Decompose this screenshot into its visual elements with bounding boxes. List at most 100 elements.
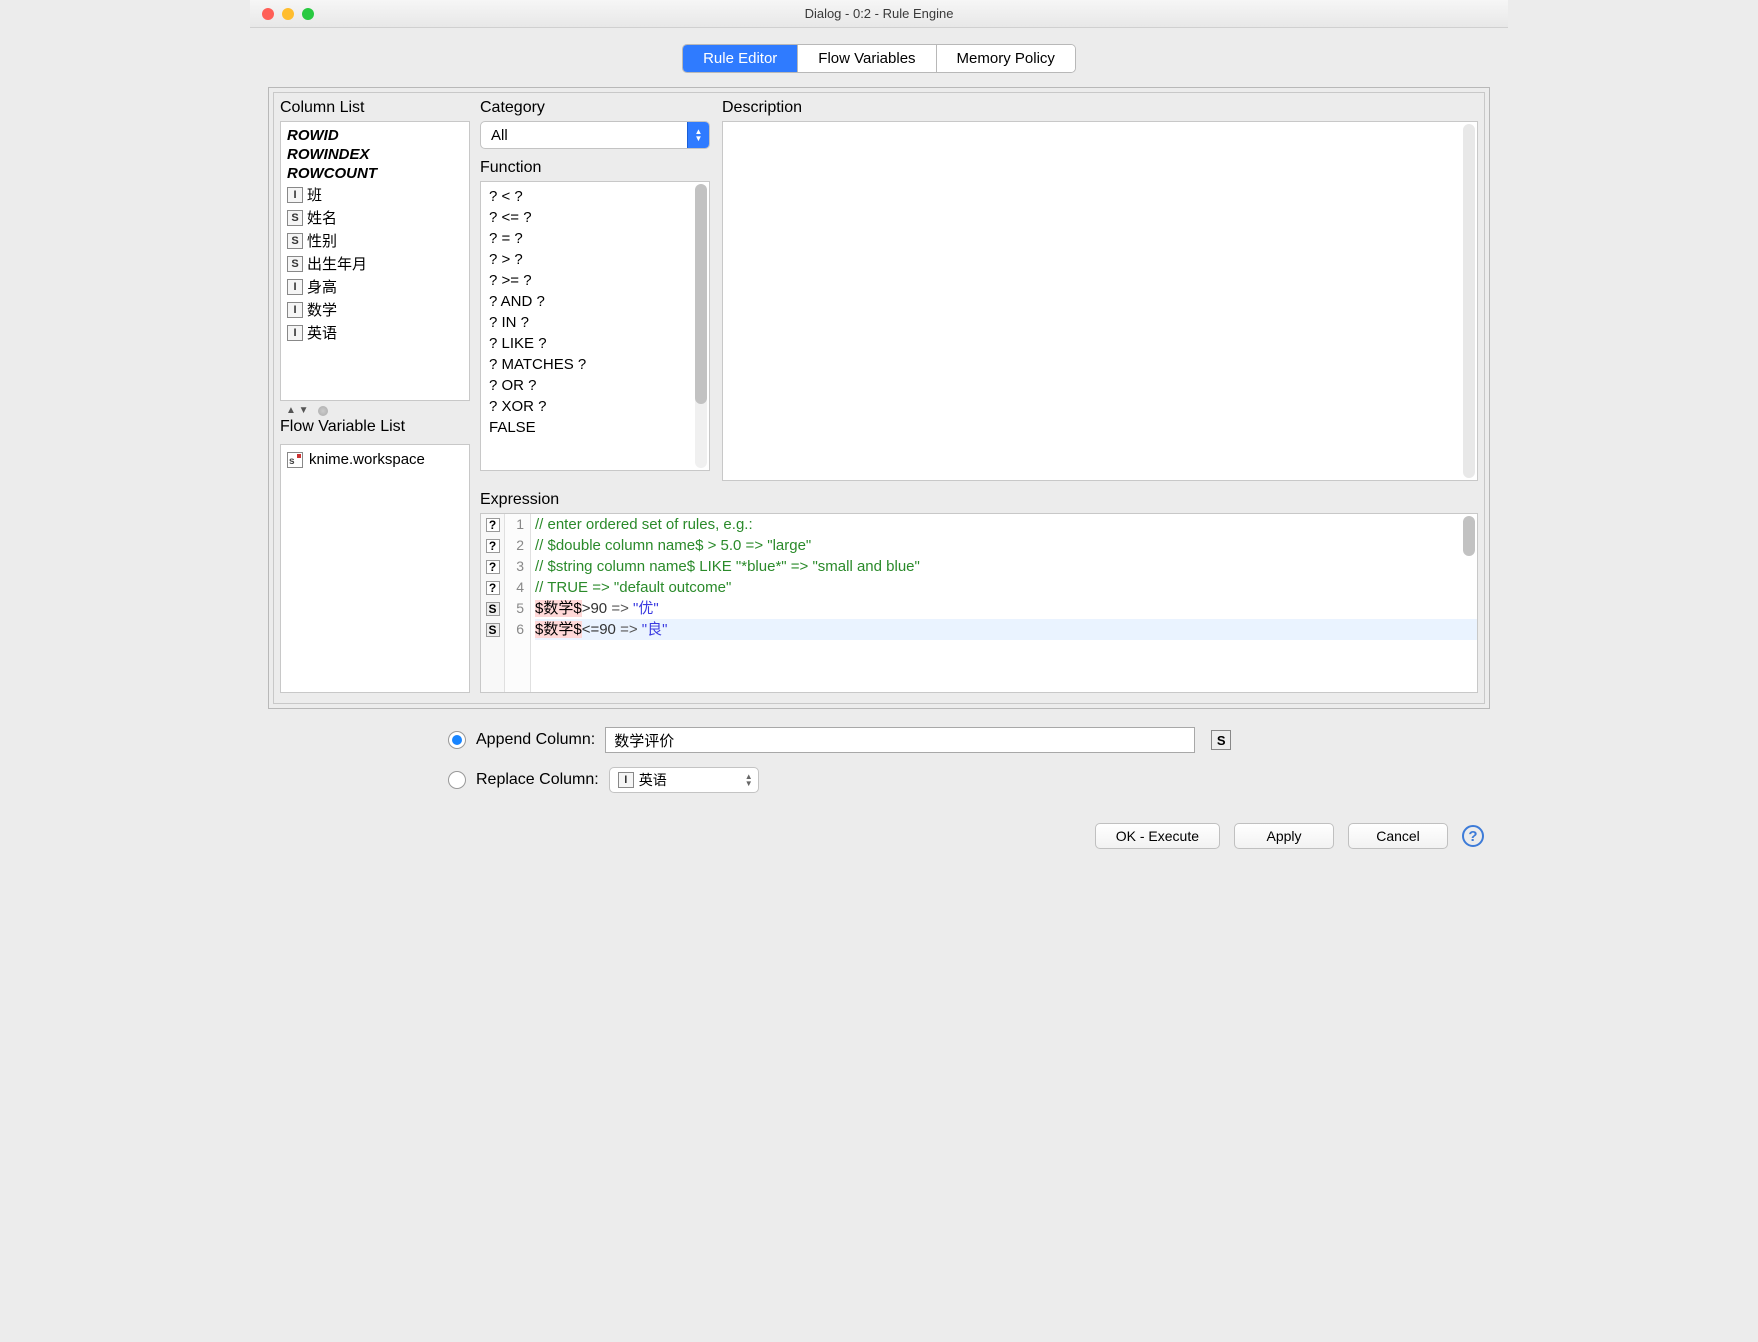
apply-button[interactable]: Apply bbox=[1234, 823, 1334, 849]
function-item[interactable]: ? LIKE ? bbox=[489, 333, 701, 354]
column-name: 英语 bbox=[307, 322, 337, 343]
type-badge-int-icon: I bbox=[287, 325, 303, 341]
builtin-rowid[interactable]: ROWID bbox=[287, 126, 463, 145]
column-item[interactable]: I英语 bbox=[287, 321, 463, 344]
append-column-input[interactable] bbox=[605, 727, 1195, 753]
titlebar: Dialog - 0:2 - Rule Engine bbox=[250, 0, 1508, 28]
code-line: // $double column name$ > 5.0 => "large" bbox=[535, 535, 1477, 556]
drag-handle-icon[interactable] bbox=[318, 406, 328, 416]
category-block: Category All ▲▼ Function ? < ? ? <= ? bbox=[480, 99, 710, 481]
function-item[interactable]: ? > ? bbox=[489, 249, 701, 270]
scrollbar-thumb[interactable] bbox=[695, 184, 707, 404]
function-list[interactable]: ? < ? ? <= ? ? = ? ? > ? ? >= ? ? AND ? … bbox=[480, 181, 710, 471]
replace-column-value: 英语 bbox=[639, 770, 667, 790]
tabs: Rule Editor Flow Variables Memory Policy bbox=[682, 44, 1076, 73]
flow-variable-list[interactable]: s knime.workspace bbox=[280, 444, 470, 693]
cancel-button[interactable]: Cancel bbox=[1348, 823, 1448, 849]
column-item[interactable]: S出生年月 bbox=[287, 252, 463, 275]
column-list[interactable]: ROWID ROWINDEX ROWCOUNT I班 S姓名 S性别 S出生年月… bbox=[280, 121, 470, 401]
column-name: 身高 bbox=[307, 276, 337, 297]
flow-var-header: Flow Variable List bbox=[280, 418, 470, 436]
function-item[interactable]: FALSE bbox=[489, 417, 701, 438]
function-label: Function bbox=[480, 159, 710, 177]
tab-rule-editor[interactable]: Rule Editor bbox=[683, 45, 798, 72]
column-item[interactable]: I身高 bbox=[287, 275, 463, 298]
function-item[interactable]: ? XOR ? bbox=[489, 396, 701, 417]
question-icon: ? bbox=[486, 539, 500, 553]
question-icon: ? bbox=[486, 560, 500, 574]
replace-column-row: Replace Column: I 英语 ▲▼ bbox=[268, 763, 1490, 797]
append-column-row: Append Column: S bbox=[268, 723, 1490, 757]
tab-row: Rule Editor Flow Variables Memory Policy bbox=[250, 28, 1508, 81]
column-name: 性别 bbox=[307, 230, 337, 251]
replace-label: Replace Column: bbox=[476, 771, 599, 789]
top-row: Category All ▲▼ Function ? < ? ? <= ? bbox=[480, 99, 1478, 481]
function-item[interactable]: ? OR ? bbox=[489, 375, 701, 396]
description-label: Description bbox=[722, 99, 1478, 117]
ok-button[interactable]: OK - Execute bbox=[1095, 823, 1220, 849]
column-name: 出生年月 bbox=[307, 253, 367, 274]
code-line: // $string column name$ LIKE "*blue*" =>… bbox=[535, 556, 1477, 577]
gutter-icon: S bbox=[481, 598, 504, 619]
gutter-icon: ? bbox=[481, 556, 504, 577]
gutter-icons: ? ? ? ? S S bbox=[481, 514, 505, 692]
builtin-rowcount[interactable]: ROWCOUNT bbox=[287, 164, 463, 183]
append-label: Append Column: bbox=[476, 731, 595, 749]
expression-editor[interactable]: ? ? ? ? S S 1 2 3 4 5 bbox=[480, 513, 1478, 693]
line-num: 4 bbox=[505, 577, 524, 598]
function-item[interactable]: ? < ? bbox=[489, 186, 701, 207]
line-num: 1 bbox=[505, 514, 524, 535]
tab-flow-variables[interactable]: Flow Variables bbox=[798, 45, 936, 72]
category-select[interactable]: All ▲▼ bbox=[480, 121, 710, 149]
replace-column-select[interactable]: I 英语 ▲▼ bbox=[609, 767, 759, 793]
category-label: Category bbox=[480, 99, 710, 117]
expression-label: Expression bbox=[480, 491, 1478, 509]
chevron-updown-icon: ▲▼ bbox=[687, 122, 709, 148]
question-icon: ? bbox=[486, 518, 500, 532]
gutter-icon: ? bbox=[481, 535, 504, 556]
type-badge-str-icon: S bbox=[287, 256, 303, 272]
main-panel: Column List ROWID ROWINDEX ROWCOUNT I班 S… bbox=[268, 87, 1490, 709]
type-badge-int-icon: I bbox=[287, 279, 303, 295]
footer: OK - Execute Apply Cancel ? bbox=[250, 803, 1508, 867]
right-column: Category All ▲▼ Function ? < ? ? <= ? bbox=[480, 99, 1478, 693]
gutter-icon: S bbox=[481, 619, 504, 640]
column-name: 姓名 bbox=[307, 207, 337, 228]
column-item[interactable]: I数学 bbox=[287, 298, 463, 321]
append-radio[interactable] bbox=[448, 731, 466, 749]
function-item[interactable]: ? >= ? bbox=[489, 270, 701, 291]
category-value: All bbox=[481, 127, 687, 144]
function-item[interactable]: ? MATCHES ? bbox=[489, 354, 701, 375]
function-item[interactable]: ? AND ? bbox=[489, 291, 701, 312]
flow-var-name: knime.workspace bbox=[309, 451, 425, 468]
left-column: Column List ROWID ROWINDEX ROWCOUNT I班 S… bbox=[280, 99, 470, 693]
builtin-rowindex[interactable]: ROWINDEX bbox=[287, 145, 463, 164]
scrollbar-thumb[interactable] bbox=[1463, 516, 1475, 556]
code-line-active: $数学$<=90 => "良" bbox=[535, 619, 1477, 640]
help-icon[interactable]: ? bbox=[1462, 825, 1484, 847]
type-badge-int-icon: I bbox=[618, 772, 634, 788]
function-item[interactable]: ? <= ? bbox=[489, 207, 701, 228]
flow-variable-item[interactable]: s knime.workspace bbox=[287, 451, 463, 468]
description-box bbox=[722, 121, 1478, 481]
splitter-handle[interactable]: ▲ ▼ bbox=[280, 403, 470, 418]
type-badge-str-icon: S bbox=[1211, 730, 1231, 750]
window-title: Dialog - 0:2 - Rule Engine bbox=[250, 6, 1508, 21]
function-item[interactable]: ? = ? bbox=[489, 228, 701, 249]
code-line: // enter ordered set of rules, e.g.: bbox=[535, 514, 1477, 535]
code-area[interactable]: // enter ordered set of rules, e.g.: // … bbox=[531, 514, 1477, 692]
column-item[interactable]: S姓名 bbox=[287, 206, 463, 229]
description-block: Description bbox=[722, 99, 1478, 481]
replace-radio[interactable] bbox=[448, 771, 466, 789]
column-item[interactable]: I班 bbox=[287, 183, 463, 206]
type-badge-str-icon: S bbox=[287, 233, 303, 249]
function-item[interactable]: ? IN ? bbox=[489, 312, 701, 333]
line-num: 2 bbox=[505, 535, 524, 556]
column-item[interactable]: S性别 bbox=[287, 229, 463, 252]
tab-memory-policy[interactable]: Memory Policy bbox=[937, 45, 1075, 72]
chevron-updown-icon: ▲▼ bbox=[740, 773, 758, 787]
line-num: 3 bbox=[505, 556, 524, 577]
flow-var-icon: s bbox=[287, 452, 303, 468]
column-name: 班 bbox=[307, 184, 322, 205]
gutter-icon: ? bbox=[481, 577, 504, 598]
